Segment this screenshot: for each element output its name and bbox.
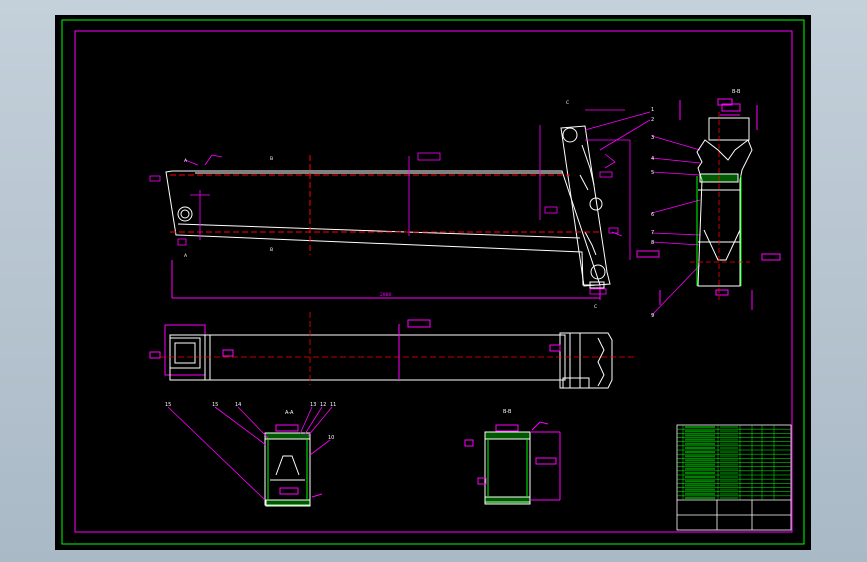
title-block-material-cell — [720, 484, 738, 487]
title-block-material-cell — [720, 426, 738, 429]
callout-3: 3 — [651, 135, 654, 141]
title-block-part-name-cell — [685, 496, 715, 499]
title-block-part-name-cell — [685, 492, 715, 495]
aa-callout-4: 12 — [320, 402, 326, 408]
callout-5: 5 — [651, 170, 654, 176]
title-block-part-name-cell — [685, 471, 715, 474]
title-block-part-name-cell — [685, 438, 715, 441]
callout-7: 7 — [651, 230, 654, 236]
title-block-part-name-cell — [685, 426, 715, 429]
title-block-part-name-cell — [685, 451, 715, 454]
title-block-part-name-cell — [685, 459, 715, 462]
title-block-material-cell — [720, 488, 738, 491]
title-block-part-name-cell — [685, 484, 715, 487]
cut-marker-c-bottom: C — [594, 304, 597, 310]
title-block-part-name-cell — [685, 455, 715, 458]
aa-callout-1: 15 — [212, 402, 218, 408]
title-block-material-cell — [720, 438, 738, 441]
title-block-material-cell — [720, 446, 738, 449]
title-block-material-cell — [720, 492, 738, 495]
title-block-part-name-cell — [685, 463, 715, 466]
aa-callout-5: 11 — [330, 402, 336, 408]
title-block-material-cell — [720, 496, 738, 499]
callout-8: 8 — [651, 240, 654, 246]
title-block-part-name-cell — [685, 488, 715, 491]
cad-drawing-canvas[interactable]: 2880 A A B B C C 1 2 3 4 5 6 7 8 9 B-B A… — [0, 0, 867, 562]
callout-6: 6 — [651, 212, 654, 218]
title-block-material-cell — [720, 434, 738, 437]
title-block-material-cell — [720, 480, 738, 483]
aa-callout-2: 14 — [235, 402, 241, 408]
title-block-material-cell — [720, 430, 738, 433]
callout-9: 9 — [651, 313, 654, 319]
title-block-material-cell — [720, 476, 738, 479]
cut-marker-b-top: B — [270, 156, 273, 162]
title-block-part-name-cell — [685, 476, 715, 479]
title-block-part-name-cell — [685, 480, 715, 483]
callout-1: 1 — [651, 107, 654, 113]
title-block-part-name-cell — [685, 430, 715, 433]
title-block-material-cell — [720, 459, 738, 462]
cut-marker-b-bottom: B — [270, 247, 273, 253]
title-block-material-cell — [720, 455, 738, 458]
title-block-part-name-cell — [685, 442, 715, 445]
section-bb-lower-label: B-B — [503, 409, 512, 415]
title-block-part-name-cell — [685, 446, 715, 449]
title-block-material-cell — [720, 451, 738, 454]
title-block-part-name-cell — [685, 434, 715, 437]
length-dimension: 2880 — [380, 292, 392, 298]
section-aa-label: A-A — [285, 410, 294, 416]
title-block-part-name-cell — [685, 467, 715, 470]
title-block-material-cell — [720, 463, 738, 466]
cut-marker-c-top: C — [566, 100, 569, 106]
title-block-material-cell — [720, 467, 738, 470]
callout-4: 4 — [651, 156, 654, 162]
title-block-material-cell — [720, 442, 738, 445]
aa-callout-3: 13 — [310, 402, 316, 408]
title-block-material-cell — [720, 471, 738, 474]
aa-callout-6: 10 — [328, 435, 334, 441]
section-bb-upper-label: B-B — [732, 89, 741, 95]
aa-callout-0: 15 — [165, 402, 171, 408]
callout-2: 2 — [651, 117, 654, 123]
